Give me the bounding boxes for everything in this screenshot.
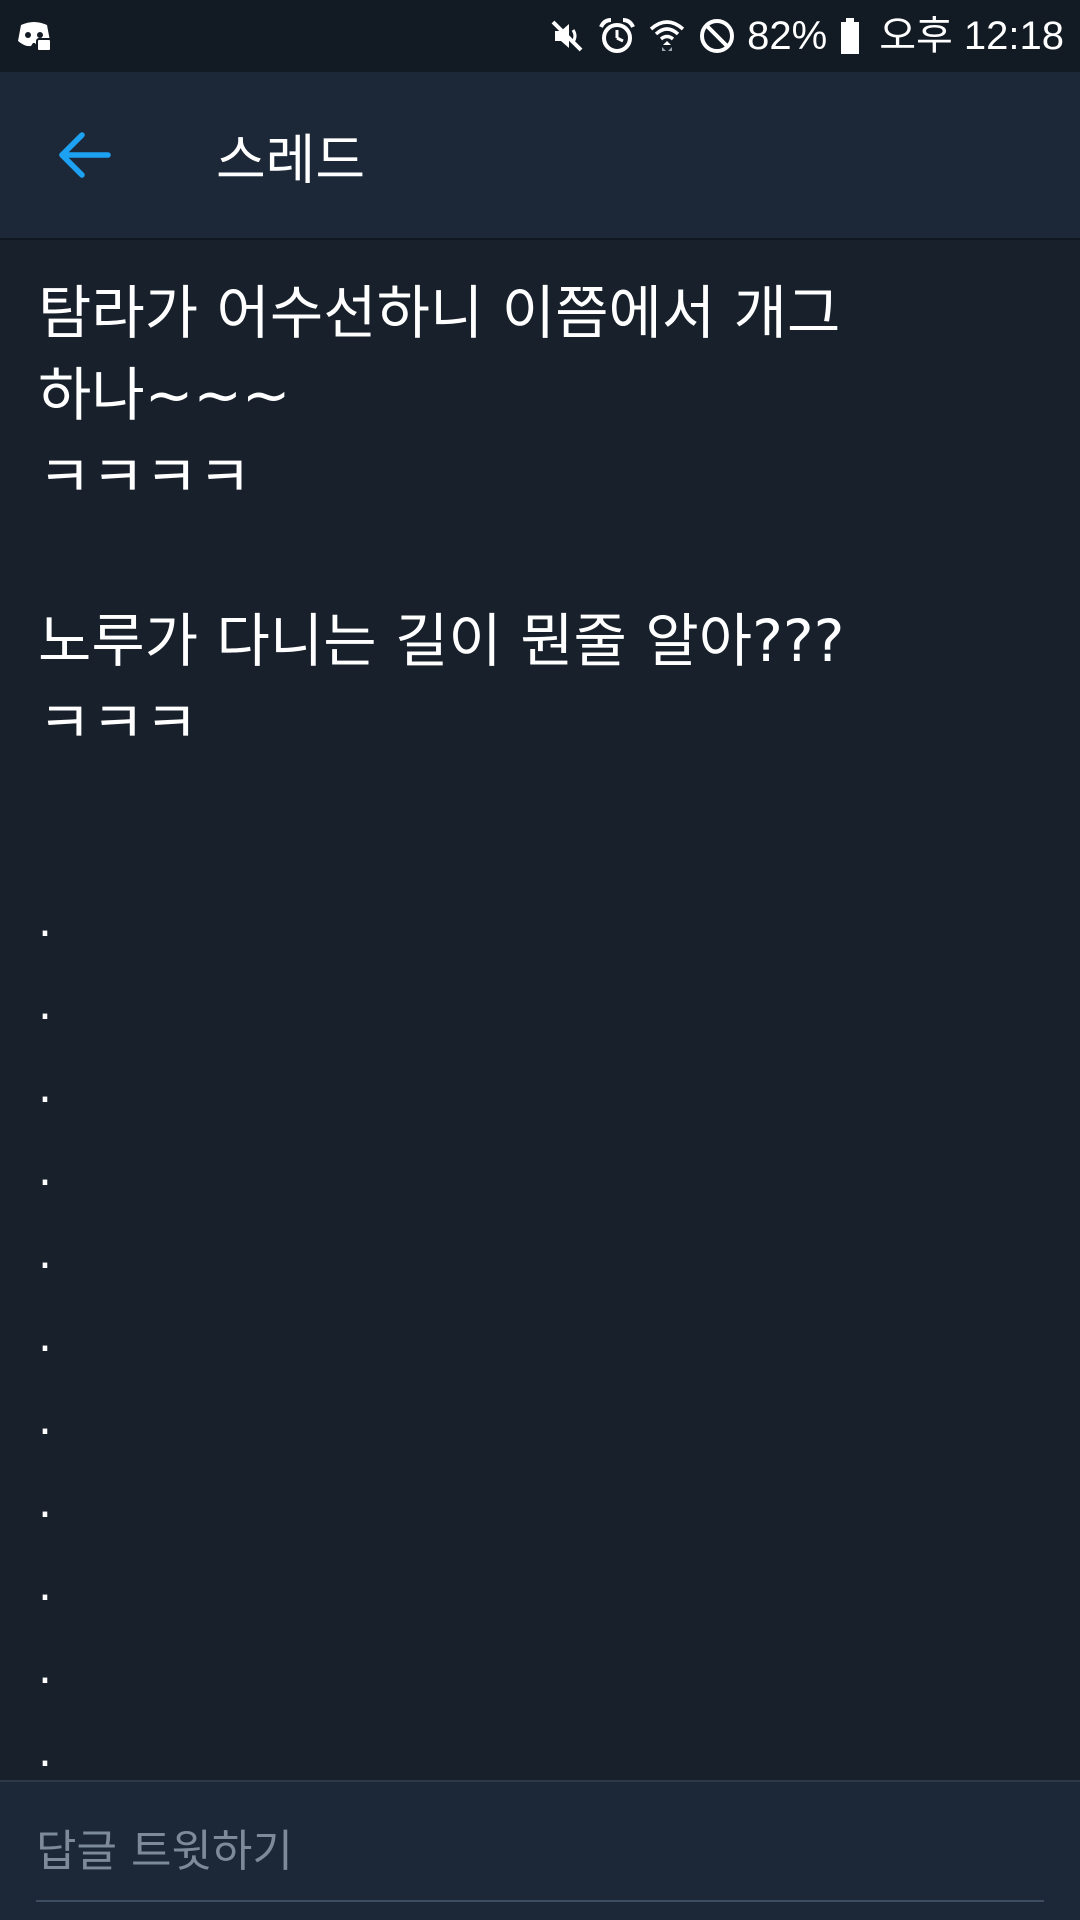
- status-bar: 82% 오후 12:18: [0, 0, 1080, 72]
- wifi-icon: [647, 16, 687, 56]
- tweet-line: ㅋㅋㅋ: [38, 689, 199, 757]
- status-right: 82% 오후 12:18: [547, 16, 1064, 56]
- tweet-dot: .: [38, 1228, 52, 1279]
- discord-icon: [14, 16, 54, 56]
- tweet-text: 탐라가 어수선하니 이쯤에서 개그 하나~~~ ㅋㅋㅋㅋ 노루가 다니는 길이 …: [38, 272, 1038, 764]
- tweet-dot: .: [38, 1311, 52, 1362]
- tweet-dot: .: [38, 896, 52, 947]
- tweet-dot: .: [38, 979, 52, 1030]
- tweet-line: ㅋㅋㅋㅋ: [38, 443, 252, 511]
- tweet-line: [38, 518, 1038, 600]
- battery-icon: [837, 16, 863, 56]
- back-button[interactable]: [44, 115, 124, 195]
- do-not-disturb-icon: [697, 16, 737, 56]
- clock: 오후 12:18: [879, 14, 1064, 58]
- tweet-dot: .: [38, 1643, 52, 1694]
- app-bar: 스레드: [0, 72, 1080, 240]
- battery-percent: 82%: [747, 14, 828, 58]
- page-title: 스레드: [216, 128, 366, 192]
- tweet-dot: .: [38, 1560, 52, 1611]
- tweet-dot: .: [38, 1062, 52, 1113]
- tweet-dot: .: [38, 1394, 52, 1445]
- status-left: [14, 16, 54, 56]
- arrow-left-icon: [59, 132, 111, 178]
- thread-screen: 82% 오후 12:18 스레드 탐라가 어수선하니 이쯤에서 개그 하나~~~…: [0, 0, 1080, 1920]
- tweet-dot: .: [38, 1477, 52, 1528]
- reply-composer: [0, 1780, 1080, 1920]
- reply-input[interactable]: [36, 1802, 1044, 1902]
- alarm-icon: [597, 16, 637, 56]
- tweet-line: 탐라가 어수선하니 이쯤에서 개그: [38, 279, 841, 347]
- tweet-dot: .: [38, 1145, 52, 1196]
- tweet-line: 노루가 다니는 길이 뭔줄 알아???: [38, 607, 845, 675]
- tweet-line: 하나~~~: [38, 361, 291, 429]
- mute-icon: [547, 16, 587, 56]
- tweet-dots: . . . . . . . . . . .: [38, 880, 98, 1793]
